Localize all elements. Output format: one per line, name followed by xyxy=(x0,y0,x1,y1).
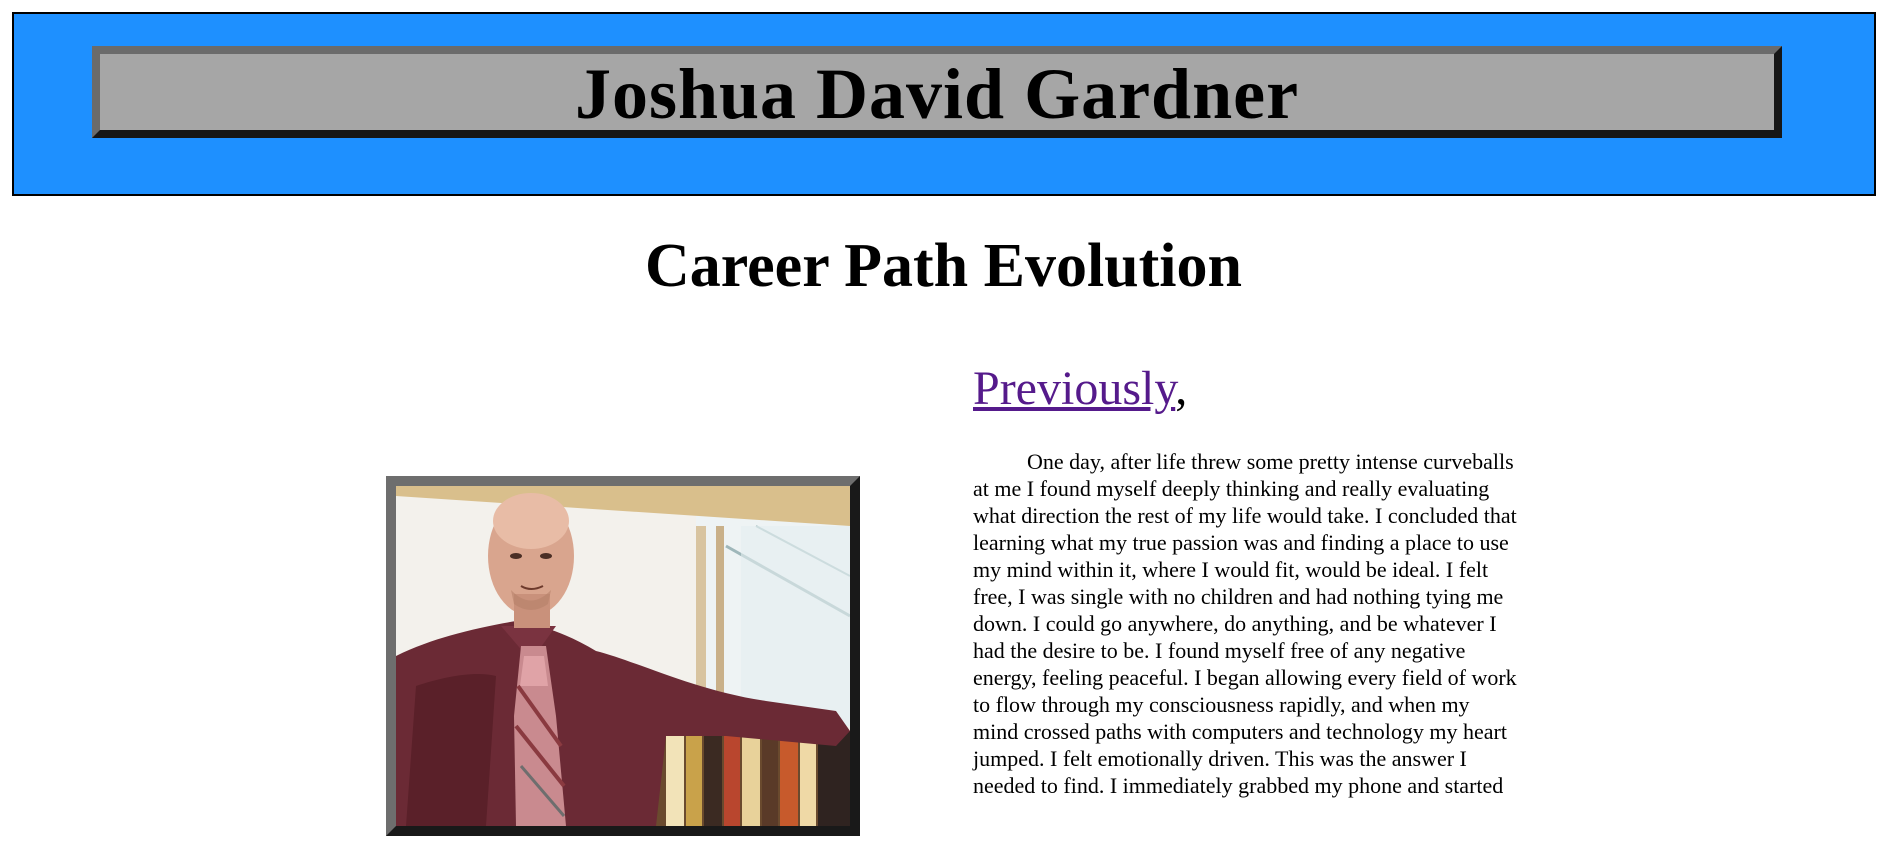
career-story-paragraph: One day, after life threw some pretty in… xyxy=(973,448,1517,798)
content-column: Previously, One day, after life threw so… xyxy=(973,360,1518,799)
header-banner: Joshua David Gardner xyxy=(12,12,1876,196)
name-plate: Joshua David Gardner xyxy=(92,46,1782,138)
heading-comma: , xyxy=(1175,362,1188,415)
site-owner-name: Joshua David Gardner xyxy=(574,54,1300,134)
profile-photo xyxy=(386,476,860,836)
profile-photo-image xyxy=(396,486,850,826)
section-heading: Previously, xyxy=(973,360,1518,418)
page-title: Career Path Evolution xyxy=(644,232,1243,300)
previously-link[interactable]: Previously xyxy=(973,362,1175,415)
